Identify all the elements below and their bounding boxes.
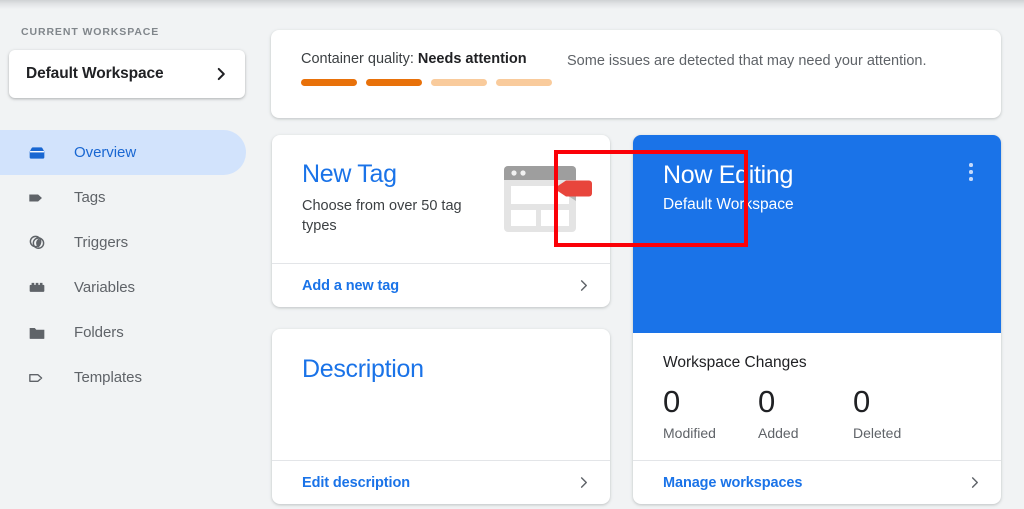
tag-filled-icon [24,185,50,211]
quality-segment [496,79,552,86]
quality-meter [301,79,555,86]
counter-label: Modified [663,425,758,441]
counter-modified: 0 Modified [663,383,758,441]
chevron-right-icon [576,278,591,293]
chevron-right-icon [213,66,229,82]
header-shadow-strip [0,0,1024,9]
brick-icon [24,275,50,301]
tag-illustration-icon [496,158,592,240]
workspace-changes-counters: 0 Modified 0 Added 0 Deleted [663,383,948,441]
sidebar-item-label: Overview [74,144,136,161]
new-tag-title: New Tag [302,160,397,189]
quality-prefix: Container quality: [301,51,414,67]
sidebar-nav: Overview Tags Triggers [0,130,262,400]
manage-workspaces-label: Manage workspaces [663,475,967,491]
sidebar-item-triggers[interactable]: Triggers [0,220,246,265]
now-editing-workspace: Default Workspace [663,196,794,214]
new-tag-card[interactable]: New Tag Choose from over 50 tag types [272,135,610,307]
dot [969,163,973,167]
gtm-overview-screen: CURRENT WORKSPACE Default Workspace Over… [0,0,1024,509]
new-tag-subtitle: Choose from over 50 tag types [302,196,477,236]
sidebar-item-folders[interactable]: Folders [0,310,246,355]
trigger-circle-icon [24,230,50,256]
sidebar: CURRENT WORKSPACE Default Workspace Over… [0,9,262,509]
container-quality-title: Container quality: Needs attention [301,51,555,67]
overflow-menu-icon[interactable] [962,163,980,184]
sidebar-item-templates[interactable]: Templates [0,355,246,400]
quality-description: Some issues are detected that may need y… [567,51,927,86]
add-a-new-tag-link[interactable]: Add a new tag [272,263,610,307]
counter-deleted: 0 Deleted [853,383,948,441]
quality-segment [431,79,487,86]
current-workspace-label: CURRENT WORKSPACE [21,26,159,38]
quality-segment [301,79,357,86]
chevron-right-icon [576,475,591,490]
dot [969,177,973,181]
sidebar-item-label: Templates [74,369,142,386]
quality-status: Needs attention [418,51,527,67]
description-title: Description [302,355,424,384]
sidebar-item-label: Triggers [74,234,128,251]
now-editing-title: Now Editing [663,161,793,190]
quality-segment [366,79,422,86]
sidebar-item-label: Variables [74,279,135,296]
sidebar-item-overview[interactable]: Overview [0,130,246,175]
counter-label: Added [758,425,853,441]
chevron-right-icon [967,475,982,490]
workspace-name: Default Workspace [26,65,213,83]
dot [969,170,973,174]
add-a-new-tag-label: Add a new tag [302,278,576,294]
sidebar-item-tags[interactable]: Tags [0,175,246,220]
edit-description-link[interactable]: Edit description [272,460,610,504]
container-icon [24,140,50,166]
counter-value: 0 [663,383,758,421]
counter-value: 0 [853,383,948,421]
sidebar-item-variables[interactable]: Variables [0,265,246,310]
manage-workspaces-link[interactable]: Manage workspaces [633,460,1001,504]
tag-outline-icon [24,365,50,391]
now-editing-hero: Now Editing Default Workspace [633,135,1001,333]
description-card[interactable]: Description Edit description [272,329,610,504]
edit-description-label: Edit description [302,475,576,491]
now-editing-card: Now Editing Default Workspace Workspace … [633,135,1001,504]
sidebar-item-label: Folders [74,324,124,341]
main-content: Container quality: Needs attention Some … [271,9,1024,509]
counter-label: Deleted [853,425,948,441]
counter-added: 0 Added [758,383,853,441]
workspace-selector[interactable]: Default Workspace [9,50,245,98]
container-quality-banner: Container quality: Needs attention Some … [271,30,1001,118]
sidebar-item-label: Tags [74,189,106,206]
folder-icon [24,320,50,346]
workspace-changes-title: Workspace Changes [663,354,807,372]
counter-value: 0 [758,383,853,421]
